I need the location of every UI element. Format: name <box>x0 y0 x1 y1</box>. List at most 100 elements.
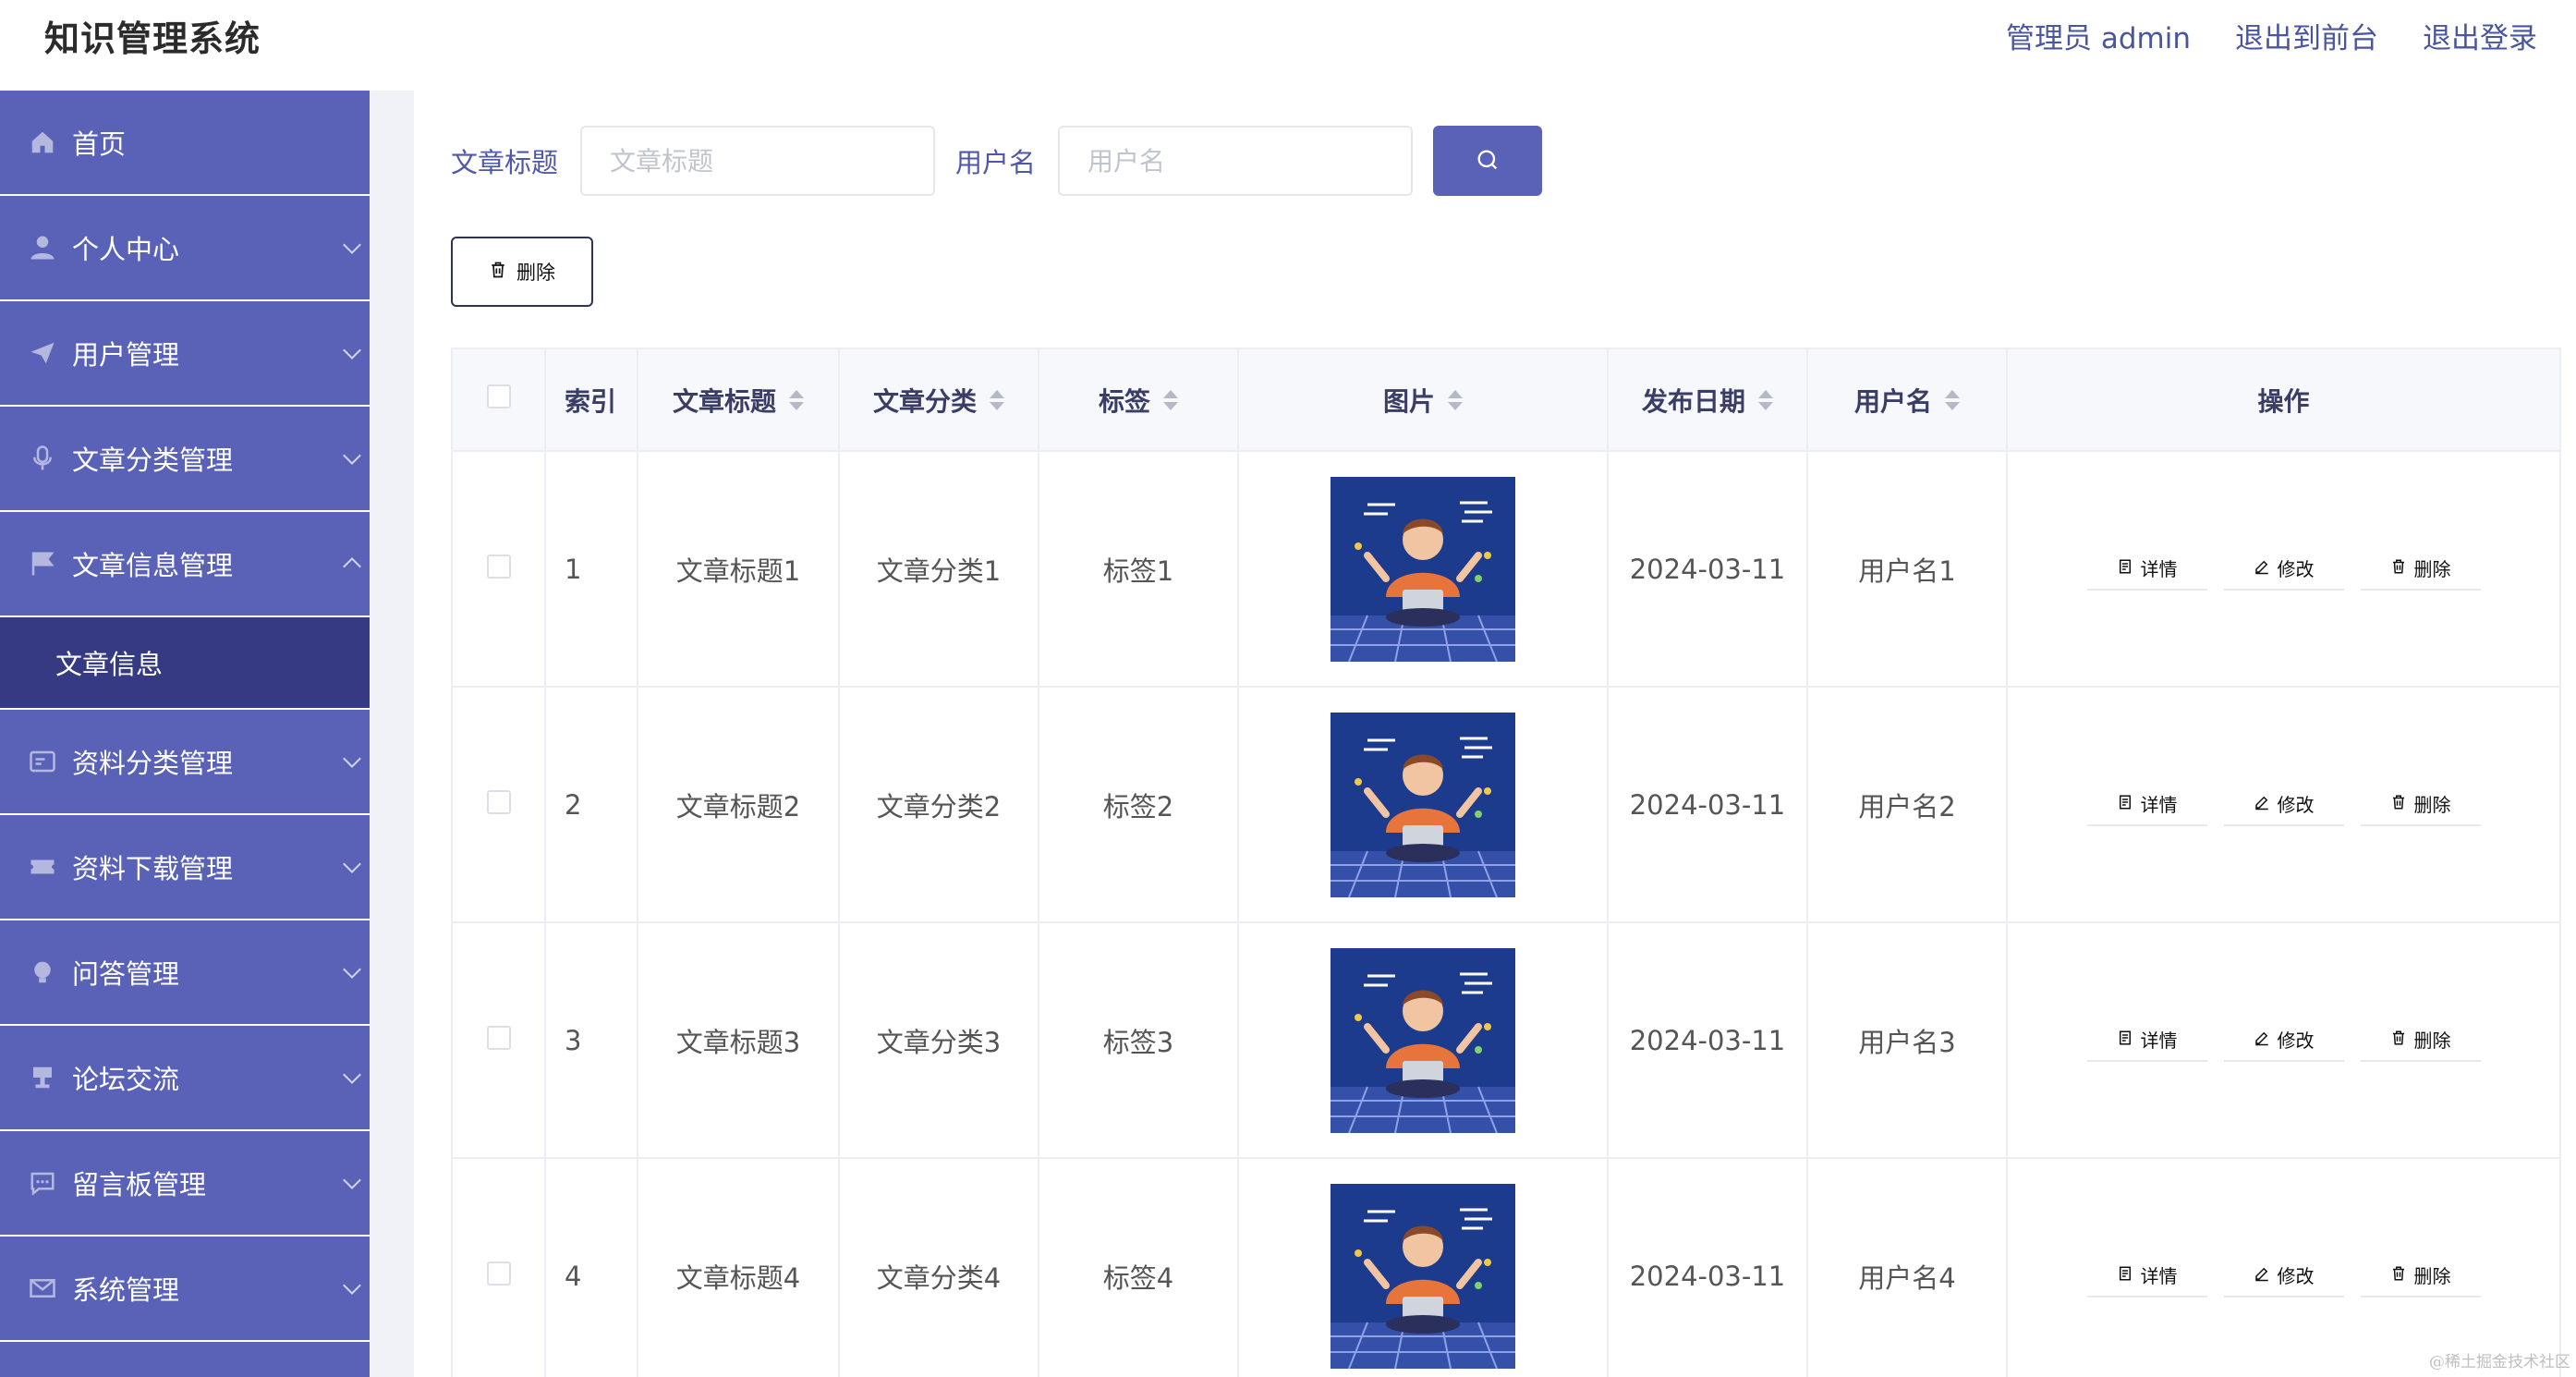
article-thumbnail[interactable] <box>1331 1183 1515 1369</box>
sidebar-subitem-article-info[interactable]: 文章信息 <box>0 617 370 710</box>
sidebar-item-material-download[interactable]: 资料下载管理 <box>0 815 370 920</box>
column-title-label: 文章标题 <box>672 385 776 417</box>
column-title[interactable]: 文章标题 <box>638 349 840 452</box>
row-date: 2024-03-11 <box>1608 1158 1808 1377</box>
sidebar-item-message-board[interactable]: 留言板管理 <box>0 1131 370 1237</box>
detail-button[interactable]: 详情 <box>2086 1254 2207 1298</box>
paper-plane-icon <box>28 338 57 368</box>
detail-button[interactable]: 详情 <box>2086 1018 2207 1062</box>
sort-icon[interactable] <box>990 389 1004 410</box>
document-icon <box>2117 793 2133 815</box>
row-actions: 详情 修改 删除 <box>2007 1158 2559 1377</box>
table-header-row: 索引 文章标题 文章分类 标签 图片 发布日期 用户名 操作 <box>453 349 2559 452</box>
edit-button[interactable]: 修改 <box>2223 783 2344 826</box>
article-title-input[interactable] <box>580 126 936 196</box>
sidebar-item-home[interactable]: 首页 <box>0 91 370 196</box>
row-date: 2024-03-11 <box>1608 451 1808 688</box>
row-index: 3 <box>545 922 638 1159</box>
row-image-cell <box>1238 922 1609 1159</box>
chevron-down-icon <box>343 446 361 465</box>
sidebar-item-material-category[interactable]: 资料分类管理 <box>0 710 370 815</box>
delete-label: 删除 <box>2413 794 2451 816</box>
sort-icon[interactable] <box>789 389 804 410</box>
table-row: 2 文章标题2 文章分类2 标签2 2024-03-11 用户名2 详情 修改 … <box>453 687 2559 923</box>
delete-button[interactable]: 删除 <box>2360 1254 2481 1298</box>
table-row: 3 文章标题3 文章分类3 标签3 2024-03-11 用户名3 详情 修改 … <box>453 922 2559 1159</box>
sort-icon[interactable] <box>1945 389 1960 410</box>
article-thumbnail[interactable] <box>1331 947 1515 1133</box>
sidebar-item-article-info[interactable]: 文章信息管理 <box>0 512 370 617</box>
edit-label: 修改 <box>2277 1030 2315 1052</box>
sidebar-item-label: 资料下载管理 <box>72 853 234 884</box>
batch-delete-button[interactable]: 删除 <box>451 237 593 307</box>
search-form: 文章标题 用户名 <box>451 126 1543 196</box>
back-to-front-link[interactable]: 退出到前台 <box>2235 15 2378 56</box>
document-icon <box>2117 1264 2133 1286</box>
column-username-label: 用户名 <box>1853 385 1932 417</box>
chevron-down-icon <box>343 960 361 979</box>
admin-user-label[interactable]: 管理员 admin <box>2006 15 2191 56</box>
logout-link[interactable]: 退出登录 <box>2423 15 2537 56</box>
row-category: 文章分类4 <box>839 1158 1039 1377</box>
column-date[interactable]: 发布日期 <box>1608 349 1808 452</box>
detail-button[interactable]: 详情 <box>2086 547 2207 591</box>
select-all-cell[interactable] <box>453 349 546 452</box>
article-thumbnail[interactable] <box>1331 712 1515 897</box>
sort-icon[interactable] <box>1758 389 1773 410</box>
column-username[interactable]: 用户名 <box>1807 349 2008 452</box>
main-gutter <box>370 91 414 1377</box>
row-select-cell[interactable] <box>453 687 546 923</box>
row-checkbox[interactable] <box>486 1261 511 1286</box>
trash-icon <box>2390 1264 2407 1286</box>
row-checkbox[interactable] <box>486 554 511 579</box>
row-checkbox[interactable] <box>486 1025 511 1050</box>
row-select-cell[interactable] <box>453 922 546 1159</box>
article-thumbnail[interactable] <box>1331 476 1515 662</box>
edit-icon <box>2254 793 2270 815</box>
delete-button[interactable]: 删除 <box>2360 1018 2481 1062</box>
sidebar-item-forum[interactable]: 论坛交流 <box>0 1026 370 1131</box>
row-actions: 详情 修改 删除 <box>2007 922 2559 1159</box>
delete-button[interactable]: 删除 <box>2360 783 2481 826</box>
sort-icon[interactable] <box>1163 389 1178 410</box>
row-image-cell <box>1238 687 1609 923</box>
chevron-down-icon <box>343 341 361 359</box>
detail-button[interactable]: 详情 <box>2086 783 2207 826</box>
row-tag: 标签1 <box>1039 451 1239 688</box>
row-select-cell[interactable] <box>453 1158 546 1377</box>
row-select-cell[interactable] <box>453 451 546 688</box>
delete-button[interactable]: 删除 <box>2360 547 2481 591</box>
row-date: 2024-03-11 <box>1608 687 1808 923</box>
row-checkbox[interactable] <box>486 789 511 814</box>
sidebar-item-system[interactable]: 系统管理 <box>0 1237 370 1342</box>
edit-button[interactable]: 修改 <box>2223 547 2344 591</box>
search-button[interactable] <box>1433 126 1543 196</box>
batch-delete-label: 删除 <box>516 262 555 284</box>
sort-icon[interactable] <box>1448 389 1463 410</box>
user-icon <box>28 233 57 262</box>
document-icon <box>2117 557 2133 579</box>
row-category: 文章分类1 <box>839 451 1039 688</box>
select-all-checkbox[interactable] <box>486 384 511 408</box>
edit-button[interactable]: 修改 <box>2223 1254 2344 1298</box>
row-title: 文章标题2 <box>638 687 840 923</box>
ticket-icon <box>28 852 57 882</box>
column-tag-label: 标签 <box>1098 385 1150 417</box>
row-tag: 标签3 <box>1039 922 1239 1159</box>
column-tag[interactable]: 标签 <box>1039 349 1239 452</box>
search-icon <box>1475 147 1501 176</box>
username-input[interactable] <box>1058 126 1414 196</box>
row-username: 用户名2 <box>1807 687 2008 923</box>
sidebar-item-article-category[interactable]: 文章分类管理 <box>0 407 370 512</box>
chevron-down-icon <box>343 749 361 768</box>
chevron-down-icon <box>343 236 361 254</box>
sidebar: 首页 个人中心 用户管理 文章分类管理 文章信息管理 文章信息 资料分类管理 资… <box>0 91 370 1377</box>
sidebar-item-user-management[interactable]: 用户管理 <box>0 301 370 407</box>
id-card-icon <box>28 747 57 776</box>
column-category[interactable]: 文章分类 <box>839 349 1039 452</box>
edit-button[interactable]: 修改 <box>2223 1018 2344 1062</box>
column-image[interactable]: 图片 <box>1238 349 1609 452</box>
sidebar-item-personal-center[interactable]: 个人中心 <box>0 196 370 301</box>
sidebar-item-qa[interactable]: 问答管理 <box>0 920 370 1026</box>
sidebar-item-label: 文章信息管理 <box>72 550 234 581</box>
